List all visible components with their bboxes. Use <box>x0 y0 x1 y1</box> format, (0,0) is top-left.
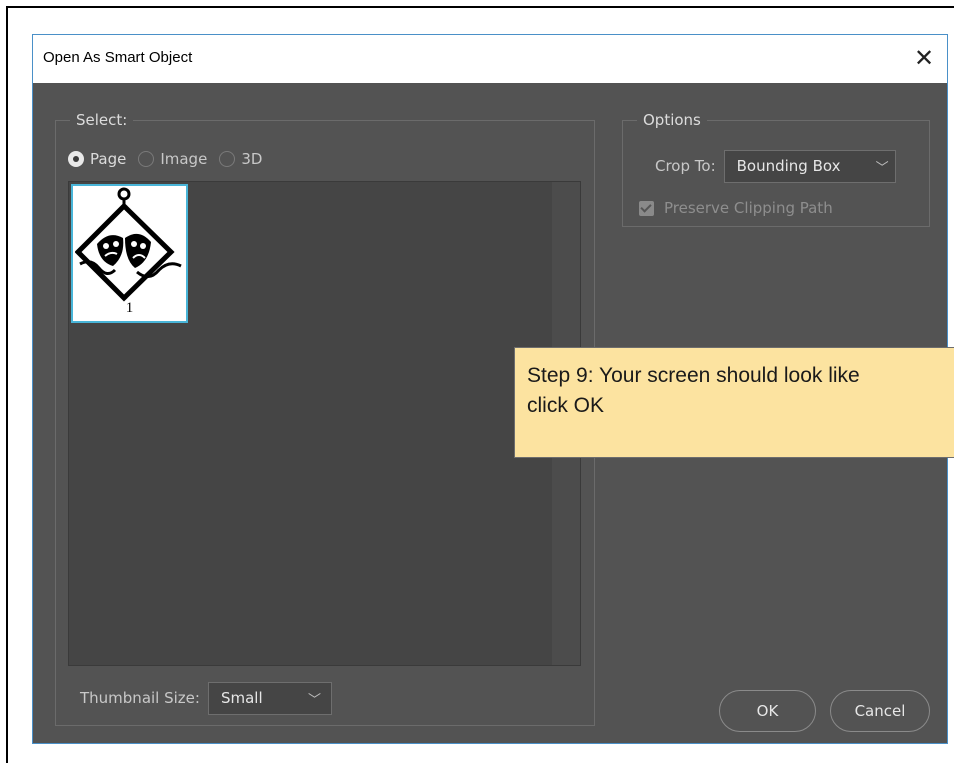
dialog-title: Open As Smart Object <box>43 49 193 66</box>
thumbnail-size-dropdown[interactable]: Small ﹀ <box>207 681 332 715</box>
crop-to-value: Bounding Box <box>736 157 841 175</box>
thumbnail-size-row: Thumbnail Size: Small ﹀ <box>80 681 332 715</box>
preserve-clipping-path-checkbox <box>639 200 654 216</box>
instruction-callout: Step 9: Your screen should look like cli… <box>514 347 954 458</box>
ok-button[interactable]: OK <box>719 690 816 732</box>
page-number: 1 <box>125 300 134 316</box>
radio-3d[interactable]: 3D <box>219 150 262 168</box>
chevron-down-icon: ﹀ <box>875 160 889 176</box>
callout-line-1: Step 9: Your screen should look like <box>527 364 860 387</box>
options-legend: Options <box>643 111 701 129</box>
radio-3d-circle[interactable] <box>219 151 236 167</box>
dialog-titlebar: Open As Smart Object ✕ <box>33 35 947 84</box>
thumbnail-size-label: Thumbnail Size: <box>80 689 200 707</box>
crop-to-dropdown[interactable]: Bounding Box ﹀ <box>723 149 896 183</box>
select-legend: Select: <box>76 111 128 129</box>
close-icon[interactable]: ✕ <box>901 35 947 83</box>
cancel-button[interactable]: Cancel <box>830 690 930 732</box>
radio-3d-label: 3D <box>241 150 263 168</box>
radio-page-label: Page <box>90 150 127 168</box>
preserve-clipping-path-label: Preserve Clipping Path <box>664 199 833 217</box>
theater-masks-icon <box>75 187 182 302</box>
chevron-down-icon: ﹀ <box>307 692 321 708</box>
radio-image[interactable]: Image <box>138 150 207 168</box>
crop-to-row: Crop To: Bounding Box ﹀ <box>655 149 896 183</box>
thumbnail-list[interactable]: 1 <box>68 181 581 666</box>
options-group: Options Crop To: Bounding Box ﹀ Preserve… <box>622 111 930 227</box>
radio-page[interactable]: Page <box>68 150 126 168</box>
preserve-clipping-path-row: Preserve Clipping Path <box>639 199 833 217</box>
page-thumbnail[interactable]: 1 <box>71 184 188 323</box>
select-radio-group: Page Image 3D <box>68 147 274 171</box>
callout-line-2: click OK <box>527 394 605 417</box>
radio-image-circle[interactable] <box>138 151 155 167</box>
radio-image-label: Image <box>160 150 208 168</box>
thumbnail-size-value: Small <box>220 689 263 707</box>
crop-to-label: Crop To: <box>655 157 716 175</box>
radio-page-circle[interactable] <box>68 151 84 167</box>
